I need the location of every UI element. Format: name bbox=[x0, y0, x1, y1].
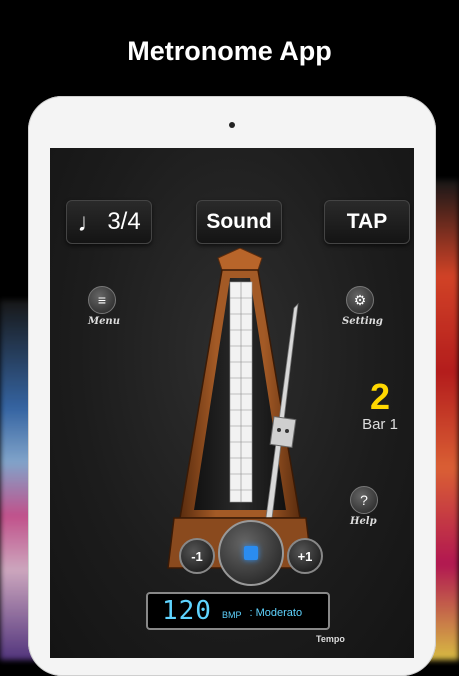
menu-icon[interactable]: ≡ bbox=[88, 286, 116, 314]
help-icon[interactable]: ? bbox=[350, 486, 378, 514]
tempo-marking: : Moderato bbox=[249, 607, 303, 619]
app-screen: ♩ 3/4 Sound TAP ≡ Menu ⚙ Setting 2 Bar 1… bbox=[50, 148, 414, 658]
promo-headline: Metronome App bbox=[127, 36, 332, 66]
current-beat: 2 bbox=[369, 376, 391, 417]
time-signature-button[interactable]: ♩ 3/4 bbox=[66, 200, 152, 244]
tablet-frame: ♩ 3/4 Sound TAP ≡ Menu ⚙ Setting 2 Bar 1… bbox=[28, 96, 436, 676]
bpm-value: 120 bbox=[162, 596, 212, 626]
gear-icon[interactable]: ⚙ bbox=[346, 286, 374, 314]
stop-button[interactable] bbox=[218, 520, 284, 586]
sound-button[interactable]: Sound bbox=[196, 200, 282, 244]
help-label: Help bbox=[350, 516, 377, 527]
decrease-tempo-button[interactable]: -1 bbox=[179, 538, 215, 574]
tempo-display[interactable]: 120 BMP : Moderato bbox=[146, 592, 330, 630]
setting-label: Setting bbox=[342, 316, 383, 327]
camera-dot bbox=[229, 122, 235, 128]
time-signature-label: 3/4 bbox=[107, 208, 141, 235]
bpm-unit: BMP bbox=[221, 610, 242, 620]
menu-label: Menu bbox=[88, 316, 120, 327]
tap-button[interactable]: TAP bbox=[324, 200, 410, 244]
stop-icon bbox=[244, 546, 258, 560]
tempo-label: Tempo bbox=[316, 634, 345, 644]
increase-tempo-button[interactable]: +1 bbox=[287, 538, 323, 574]
music-note-icon: ♩ bbox=[77, 206, 104, 237]
bar-label: Bar 1 bbox=[362, 416, 398, 433]
